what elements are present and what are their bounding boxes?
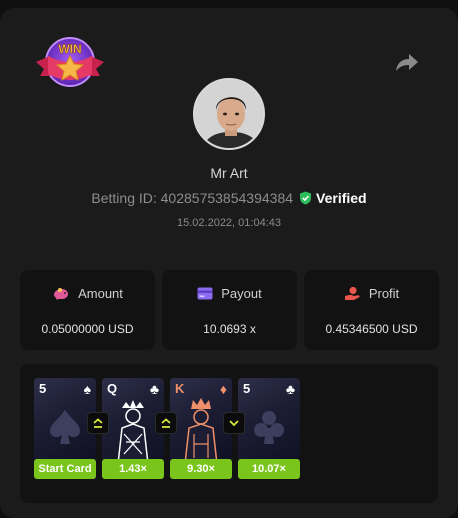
chevron-down-icon	[229, 420, 239, 427]
stat-amount-label: Amount	[78, 286, 123, 301]
card-1-chip: Start Card	[34, 459, 96, 479]
card-suit: ♦	[219, 381, 227, 397]
piggy-bank-icon	[54, 287, 69, 300]
card-suit: ♣	[149, 381, 159, 397]
player-name: Mr Art	[210, 165, 248, 181]
wallet-card-icon	[197, 287, 213, 300]
chevron-up-double-icon	[161, 418, 171, 428]
card-suit: ♠	[83, 381, 91, 397]
card-2-chip: 1.43×	[102, 459, 164, 479]
stat-payout-value: 10.0693 x	[203, 322, 256, 336]
card-rank: 5	[39, 381, 47, 396]
share-icon[interactable]	[394, 50, 420, 74]
stat-profit-label: Profit	[368, 286, 400, 301]
card-4: 5 ♣	[238, 378, 300, 464]
card-suit: ♣	[285, 381, 295, 397]
betting-id: Betting ID: 40285753854394384	[91, 190, 294, 206]
shield-check-icon	[300, 191, 312, 205]
guess-lower-indicator	[223, 412, 245, 434]
stat-profit: Profit 0.45346500 USD	[304, 270, 439, 350]
bet-details-modal: WIN Mr Art Betting ID: 40285753854394384…	[0, 8, 458, 518]
stat-amount-value: 0.05000000 USD	[41, 322, 134, 336]
stat-amount: Amount 0.05000000 USD	[20, 270, 155, 350]
card-4-chip: 10.07×	[238, 459, 300, 479]
verified-badge: Verified	[299, 190, 367, 206]
cards-history-panel: 5 ♠ Start Card Q ♣ 1.43× K ♦ 9.30× 5 ♣ 1…	[20, 364, 438, 503]
bet-datetime: 15.02.2022, 01:04:43	[177, 217, 281, 229]
stat-payout: Payout 10.0693 x	[162, 270, 297, 350]
stat-payout-label: Payout	[221, 286, 262, 301]
card-rank: K	[175, 381, 185, 396]
card-rank: Q	[107, 381, 118, 396]
chevron-up-double-icon	[93, 418, 103, 428]
avatar	[193, 78, 265, 150]
guess-higher-indicator	[87, 412, 109, 434]
win-badge-text: WIN	[58, 42, 81, 56]
betting-id-row: Betting ID: 40285753854394384 Verified	[0, 190, 458, 206]
guess-higher-indicator	[155, 412, 177, 434]
win-badge-icon: WIN	[36, 37, 104, 87]
hand-coin-icon	[344, 286, 360, 300]
verified-label: Verified	[316, 190, 367, 206]
card-3-chip: 9.30×	[170, 459, 232, 479]
card-rank: 5	[243, 381, 251, 396]
stat-profit-value: 0.45346500 USD	[325, 322, 418, 336]
